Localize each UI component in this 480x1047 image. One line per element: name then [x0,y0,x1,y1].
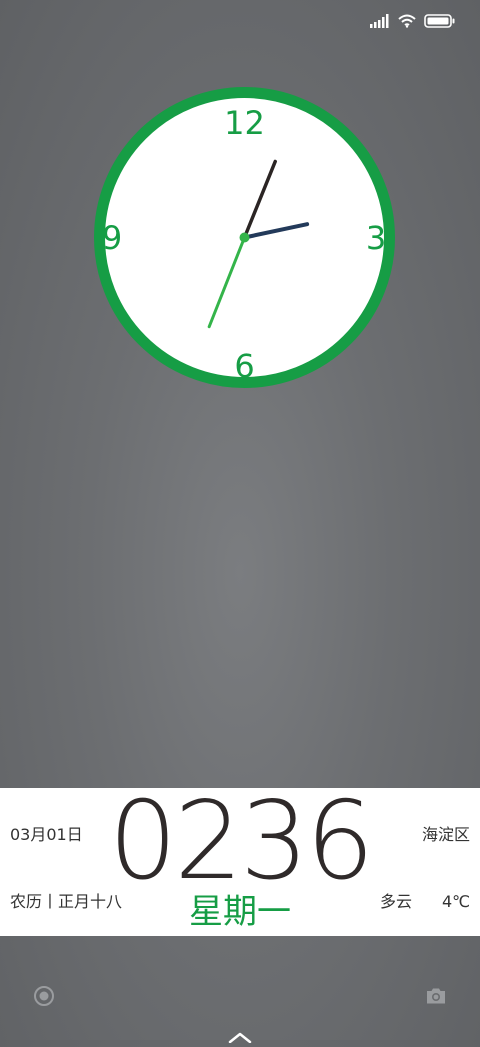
info-band-bottom-stripe [0,936,480,944]
clock-numeral-6: 6 [234,347,254,385]
time-info-panel: 0236 星期一 03月01日 农历丨正月十八 海淀区 多云 4℃ [0,782,480,936]
clock-numeral-9: 9 [102,219,122,257]
clock-center-pin [239,232,250,243]
signal-icon [370,14,389,28]
analog-clock-face: 12 3 6 9 [94,87,395,388]
clock-numeral-12: 12 [224,104,265,142]
lunar-date-label: 农历丨正月十八 [10,892,123,911]
record-icon[interactable] [32,984,56,1008]
temperature-label: 4℃ [442,892,471,911]
camera-icon[interactable] [424,984,448,1008]
location-label: 海淀区 [421,825,470,844]
analog-clock: 12 3 6 9 [93,86,396,389]
status-bar [370,10,456,32]
date-label: 03月01日 [10,825,83,844]
wifi-icon [398,14,416,28]
lock-screen: { "status_bar": { "icons": ["signal-icon… [0,0,480,1044]
battery-icon [424,14,455,28]
clock-numeral-3: 3 [366,219,386,257]
chevron-up-icon[interactable] [228,1028,252,1044]
weather-condition: 多云 [380,892,413,911]
